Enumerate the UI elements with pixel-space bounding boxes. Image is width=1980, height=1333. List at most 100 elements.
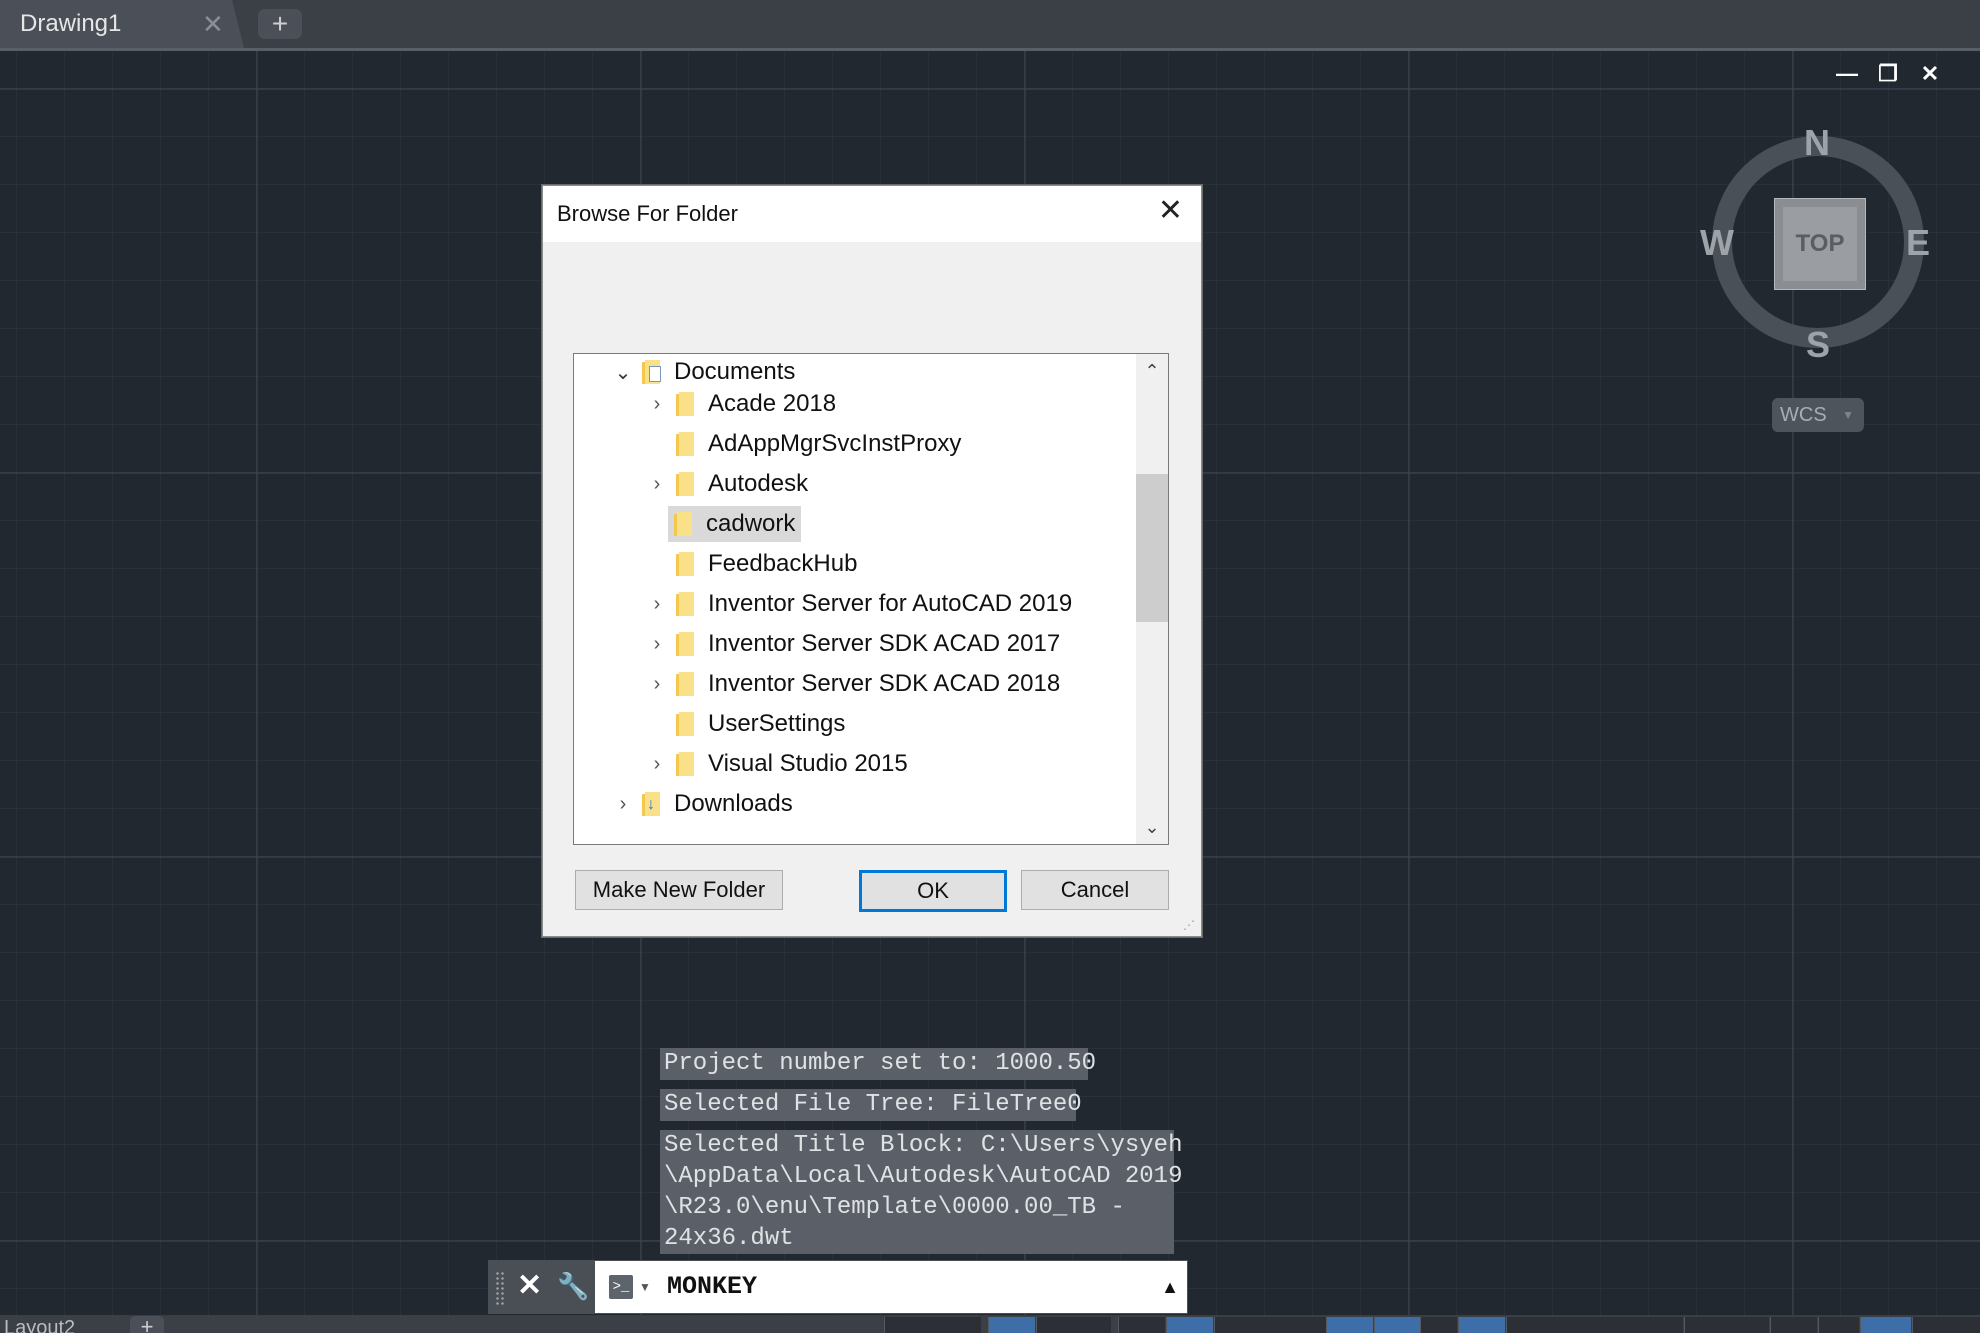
viewcube-face-label: TOP <box>1783 207 1857 281</box>
chevron-right-icon[interactable]: › <box>646 633 668 656</box>
tree-item-visual-studio-2015[interactable]: › Visual Studio 2015 <box>646 746 908 782</box>
annotation-monitor-toggle[interactable] <box>1770 1317 1817 1333</box>
close-tab-icon[interactable]: ✕ <box>202 9 224 40</box>
make-new-folder-label: Make New Folder <box>592 877 766 902</box>
history-text: \R23.0\enu\Template\0000.00_TB - <box>664 1194 1125 1221</box>
chevron-right-icon[interactable]: › <box>646 473 668 496</box>
tree-item-label: Acade 2018 <box>708 390 837 417</box>
otrack-toggle[interactable] <box>1326 1317 1373 1333</box>
tree-item-inventor-server-sdk-2017[interactable]: › Inventor Server SDK ACAD 2017 <box>646 626 1061 662</box>
wrench-icon[interactable]: 🔧 <box>557 1269 589 1303</box>
folder-icon <box>676 672 694 696</box>
chevron-right-icon[interactable]: › <box>646 593 668 616</box>
annotation-scale-controls[interactable] <box>1506 1317 1683 1333</box>
tree-item-downloads[interactable]: › ↓ Downloads <box>612 786 793 822</box>
close-icon[interactable]: ✕ <box>1920 63 1940 85</box>
ortho-toggle[interactable] <box>1118 1317 1165 1333</box>
compass-east[interactable]: E <box>1906 222 1930 264</box>
folder-icon <box>676 632 694 656</box>
document-tab-bar: Drawing1 ✕ + <box>0 0 1980 51</box>
command-prompt-icon[interactable]: >_ <box>609 1275 633 1299</box>
compass-north[interactable]: N <box>1804 122 1830 164</box>
polar-toggle[interactable] <box>1166 1317 1213 1333</box>
ok-button[interactable]: OK <box>859 870 1007 912</box>
tree-item-documents[interactable]: ⌄ Documents <box>612 354 796 390</box>
tree-scrollbar[interactable]: ⌃ ⌄ <box>1136 354 1168 844</box>
document-tab-label: Drawing1 <box>20 10 122 37</box>
cancel-button[interactable]: Cancel <box>1021 870 1169 910</box>
close-icon[interactable]: ✕ <box>1158 196 1183 226</box>
add-layout-button[interactable]: + <box>130 1316 164 1333</box>
tree-item-label: FeedbackHub <box>708 550 858 577</box>
restore-icon[interactable]: ❐ <box>1878 63 1898 85</box>
transparency-toggle[interactable] <box>1420 1317 1457 1333</box>
downloads-folder-icon: ↓ <box>642 792 660 816</box>
command-line-tools: ✕ 🔧 <box>489 1261 595 1313</box>
history-text: Project number set to: 1000.50 <box>664 1050 1097 1077</box>
workspace-switch[interactable] <box>1684 1317 1769 1333</box>
selection-cycling-toggle[interactable] <box>1458 1317 1505 1333</box>
chevron-right-icon[interactable]: › <box>646 753 668 776</box>
chevron-right-icon[interactable]: › <box>646 673 668 696</box>
folder-icon <box>676 552 694 576</box>
command-line: ✕ 🔧 >_ ▼ MONKEY ▲ <box>488 1260 1188 1314</box>
scroll-down-icon[interactable]: ⌄ <box>1136 812 1168 842</box>
tree-item-inventor-server-autocad-2019[interactable]: › Inventor Server for AutoCAD 2019 <box>646 586 1073 622</box>
tree-item-label: Visual Studio 2015 <box>708 750 908 777</box>
lineweight-toggle[interactable] <box>1374 1317 1421 1333</box>
customization-menu[interactable] <box>1912 1317 1980 1333</box>
ucs-menu[interactable]: WCS ▼ <box>1772 398 1864 432</box>
folder-icon <box>674 512 692 536</box>
scroll-up-icon[interactable]: ⌃ <box>1136 356 1168 386</box>
tree-item-autodesk[interactable]: › Autodesk <box>646 466 808 502</box>
history-text: Selected File Tree: FileTree0 <box>664 1091 1082 1118</box>
tree-item-label: cadwork <box>706 510 796 537</box>
tree-item-cadwork[interactable]: cadwork <box>646 506 802 542</box>
folder-icon <box>676 432 694 456</box>
compass-west[interactable]: W <box>1700 222 1734 264</box>
viewcube-top-face[interactable]: TOP <box>1774 198 1866 290</box>
tree-item-feedbackhub[interactable]: FeedbackHub <box>646 546 857 582</box>
document-tab-drawing1[interactable]: Drawing1 ✕ <box>0 0 244 48</box>
dialog-title: Browse For Folder <box>557 201 738 226</box>
snap-toggle[interactable] <box>1036 1317 1111 1333</box>
tree-item-label: Documents <box>674 358 796 385</box>
tree-item-label: Inventor Server SDK ACAD 2018 <box>708 670 1061 697</box>
status-model-button[interactable] <box>884 1317 981 1333</box>
grid-toggle[interactable] <box>988 1317 1035 1333</box>
chevron-right-icon[interactable]: › <box>612 793 634 816</box>
compass-south[interactable]: S <box>1806 324 1830 366</box>
chevron-right-icon[interactable]: › <box>646 393 668 416</box>
cancel-label: Cancel <box>1060 877 1130 902</box>
minimize-icon[interactable]: — <box>1836 63 1858 85</box>
tree-item-inventor-server-sdk-2018[interactable]: › Inventor Server SDK ACAD 2018 <box>646 666 1061 702</box>
new-tab-button[interactable]: + <box>258 9 302 39</box>
resize-grip-icon[interactable]: ⋰ <box>1183 918 1197 932</box>
recent-commands-icon[interactable]: ▲ <box>1161 1271 1179 1303</box>
drag-handle-icon[interactable] <box>495 1271 505 1305</box>
close-icon[interactable]: ✕ <box>517 1269 542 1303</box>
folder-tree[interactable]: ⌄ Documents › Acade 2018 AdAppMgrSvcInst… <box>573 353 1169 845</box>
tree-item-label: Downloads <box>674 790 793 817</box>
command-input[interactable]: MONKEY <box>667 1271 757 1303</box>
chevron-down-icon[interactable]: ⌄ <box>612 360 634 385</box>
osnap-toggle[interactable] <box>1214 1317 1327 1333</box>
layout-tab[interactable]: Layout2 <box>0 1318 75 1333</box>
history-text: \AppData\Local\Autodesk\AutoCAD 2019 <box>664 1163 1183 1190</box>
tree-item-acade-2018[interactable]: › Acade 2018 <box>646 386 836 422</box>
dialog-title-bar[interactable]: Browse For Folder ✕ <box>543 186 1201 242</box>
make-new-folder-button[interactable]: Make New Folder <box>575 870 783 910</box>
tree-item-label: UserSettings <box>708 710 846 737</box>
history-text: 24x36.dwt <box>664 1225 794 1252</box>
chevron-down-icon: ▼ <box>1842 408 1854 422</box>
scrollbar-thumb[interactable] <box>1136 474 1168 622</box>
tree-item-adappmgrsvcinstproxy[interactable]: AdAppMgrSvcInstProxy <box>646 426 961 462</box>
isolate-objects-toggle[interactable] <box>1860 1317 1911 1333</box>
command-history-line: Selected Title Block: C:\Users\ysyeh \Ap… <box>660 1130 1183 1254</box>
chevron-down-icon[interactable]: ▼ <box>639 1275 651 1299</box>
units-toggle[interactable] <box>1818 1317 1859 1333</box>
tree-item-usersettings[interactable]: UserSettings <box>646 706 845 742</box>
ok-label: OK <box>917 878 949 903</box>
documents-folder-icon <box>642 360 661 384</box>
folder-icon <box>676 712 694 736</box>
